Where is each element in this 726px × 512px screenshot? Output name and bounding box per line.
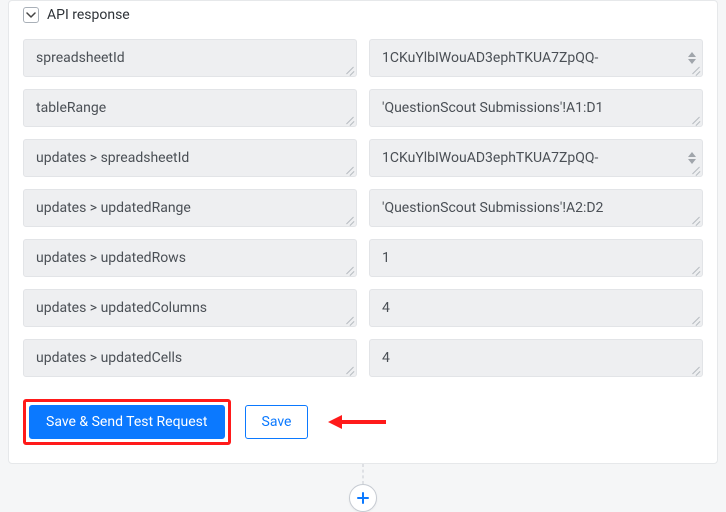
- action-bar: Save & Send Test Request Save: [9, 377, 717, 445]
- chevron-down-icon: [26, 10, 36, 20]
- section-title: API response: [47, 7, 130, 23]
- plus-icon: [356, 491, 370, 505]
- resize-handle-icon[interactable]: [690, 214, 700, 224]
- field-value[interactable]: 4: [369, 289, 703, 327]
- resize-handle-icon[interactable]: [344, 214, 354, 224]
- resize-handle-icon[interactable]: [690, 314, 700, 324]
- section-header[interactable]: API response: [9, 1, 717, 27]
- field-value[interactable]: 1: [369, 239, 703, 277]
- connector: [0, 464, 726, 508]
- field-label[interactable]: updates > updatedRange: [23, 189, 357, 227]
- collapse-toggle[interactable]: [23, 7, 39, 23]
- field-label[interactable]: tableRange: [23, 89, 357, 127]
- add-step-button[interactable]: [349, 484, 377, 512]
- table-row: updates > updatedColumns 4: [23, 289, 703, 327]
- field-label[interactable]: updates > updatedCells: [23, 339, 357, 377]
- table-row: updates > updatedCells 4: [23, 339, 703, 377]
- resize-handle-icon[interactable]: [344, 314, 354, 324]
- field-value[interactable]: 1CKuYlbIWouAD3ephTKUA7ZpQQ-: [369, 139, 703, 177]
- save-send-test-button[interactable]: Save & Send Test Request: [29, 405, 225, 439]
- resize-handle-icon[interactable]: [690, 114, 700, 124]
- resize-handle-icon[interactable]: [344, 164, 354, 174]
- field-value[interactable]: 'QuestionScout Submissions'!A1:D1: [369, 89, 703, 127]
- field-label[interactable]: updates > updatedColumns: [23, 289, 357, 327]
- field-value[interactable]: 'QuestionScout Submissions'!A2:D2: [369, 189, 703, 227]
- resize-handle-icon[interactable]: [690, 64, 700, 74]
- resize-handle-icon[interactable]: [344, 364, 354, 374]
- save-button[interactable]: Save: [245, 405, 309, 439]
- response-rows: spreadsheetId 1CKuYlbIWouAD3ephTKUA7ZpQQ…: [9, 39, 717, 377]
- resize-handle-icon[interactable]: [690, 364, 700, 374]
- resize-handle-icon[interactable]: [344, 64, 354, 74]
- table-row: updates > updatedRows 1: [23, 239, 703, 277]
- field-label[interactable]: spreadsheetId: [23, 39, 357, 77]
- table-row: tableRange 'QuestionScout Submissions'!A…: [23, 89, 703, 127]
- resize-handle-icon[interactable]: [690, 264, 700, 274]
- annotation-highlight: Save & Send Test Request: [23, 399, 231, 445]
- field-value[interactable]: 4: [369, 339, 703, 377]
- field-label[interactable]: updates > spreadsheetId: [23, 139, 357, 177]
- field-value[interactable]: 1CKuYlbIWouAD3ephTKUA7ZpQQ-: [369, 39, 703, 77]
- field-label[interactable]: updates > updatedRows: [23, 239, 357, 277]
- annotation-arrow-icon: [328, 412, 386, 432]
- connector-line: [363, 464, 364, 484]
- resize-handle-icon[interactable]: [690, 164, 700, 174]
- resize-handle-icon[interactable]: [344, 114, 354, 124]
- api-response-card: API response spreadsheetId 1CKuYlbIWouAD…: [8, 0, 718, 464]
- table-row: updates > updatedRange 'QuestionScout Su…: [23, 189, 703, 227]
- table-row: updates > spreadsheetId 1CKuYlbIWouAD3ep…: [23, 139, 703, 177]
- table-row: spreadsheetId 1CKuYlbIWouAD3ephTKUA7ZpQQ…: [23, 39, 703, 77]
- resize-handle-icon[interactable]: [344, 264, 354, 274]
